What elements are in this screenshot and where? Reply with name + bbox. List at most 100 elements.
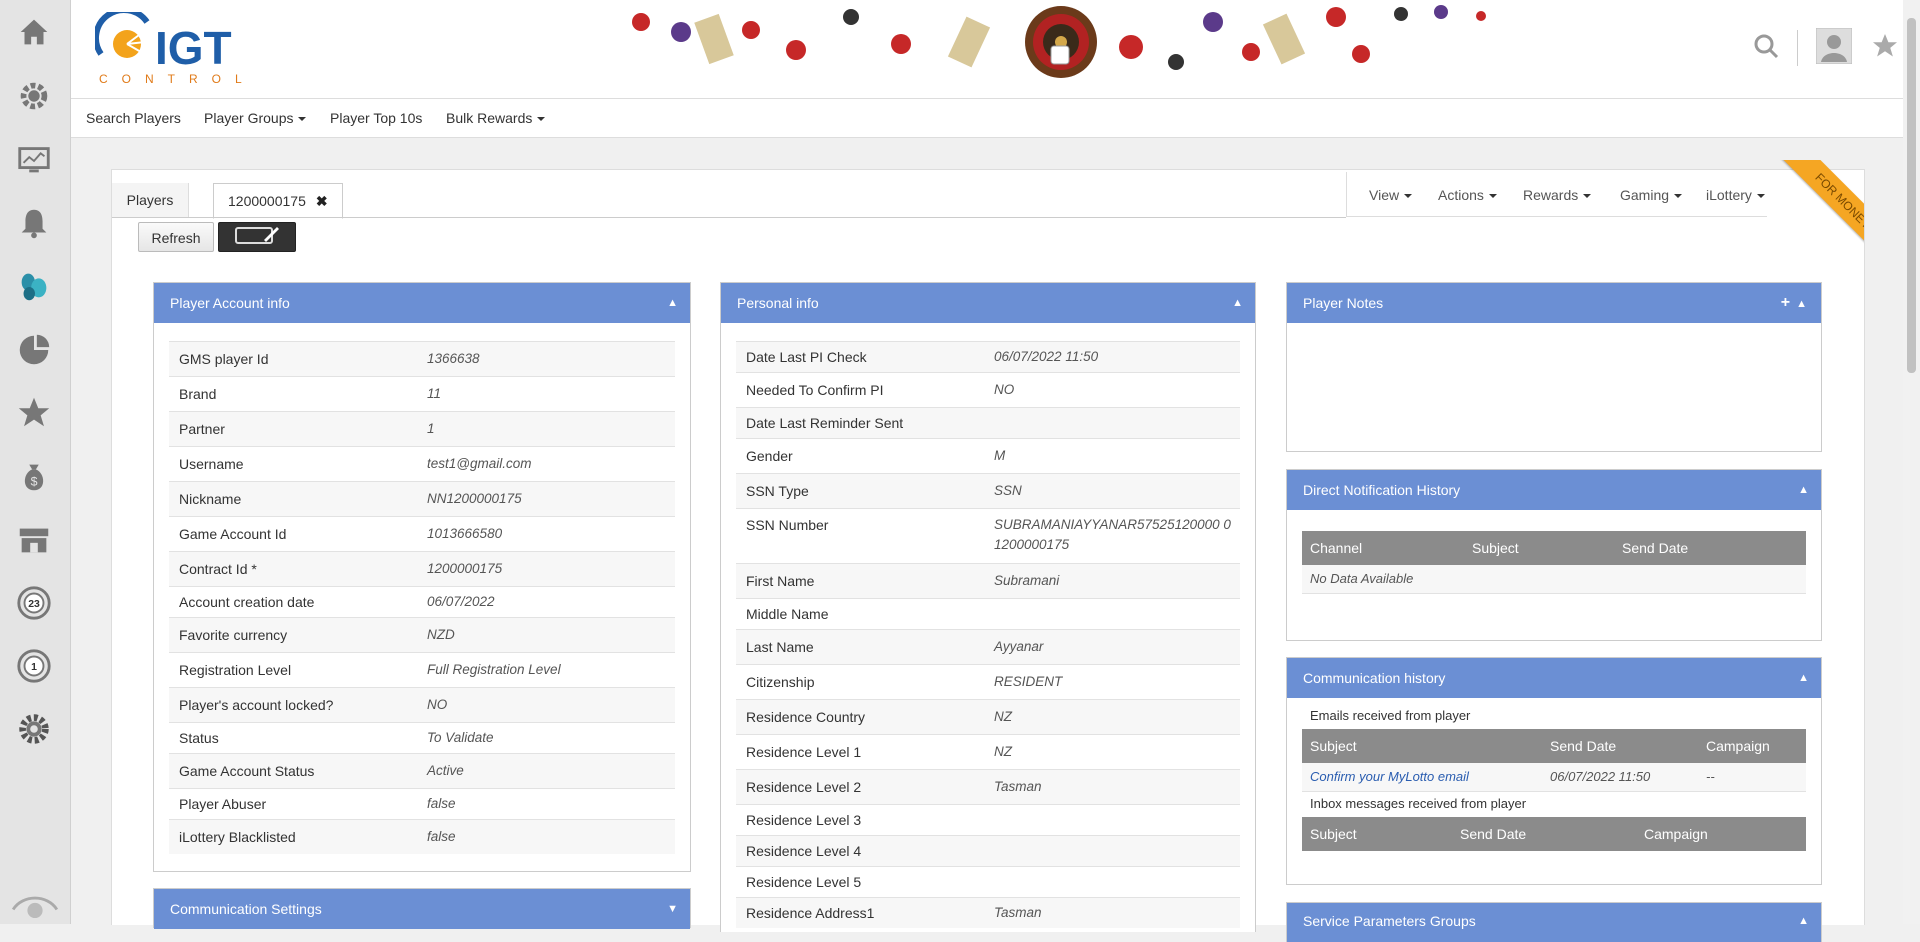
scrollbar-track[interactable] <box>1903 0 1920 924</box>
field-label: Gender <box>746 448 793 464</box>
star-icon[interactable] <box>14 393 54 433</box>
add-note-icon[interactable]: + <box>1781 294 1790 311</box>
field-value: NZ <box>994 709 1012 724</box>
field-label: Registration Level <box>179 662 292 678</box>
panel-header: Service Parameters Groups ▲ <box>1287 903 1821 942</box>
info-row: Player Abuser false <box>169 788 675 819</box>
field-value: 06/07/2022 11:50 <box>994 349 1099 364</box>
personal-info-panel: Personal info ▲ Date Last PI Check 06/07/2… <box>720 282 1256 932</box>
svg-text:1: 1 <box>31 662 37 673</box>
info-row: Citizenship RESIDENT <box>736 664 1240 699</box>
caret-down-icon <box>537 117 546 122</box>
table-header: Subject Send Date Campaign <box>1302 817 1806 851</box>
direct-notification-history-panel: Direct Notification History ▲ Channel Sub… <box>1286 469 1822 641</box>
communication-history-body: Emails received from player Subject Send… <box>1302 698 1806 851</box>
field-label: Middle Name <box>746 606 829 622</box>
menu-view[interactable]: View <box>1369 187 1413 203</box>
info-row: SSN Number SUBRAMANIAYYANAR57525120000 01… <box>736 508 1240 563</box>
igt-control-logo[interactable]: IGT CONTROL <box>92 6 257 86</box>
expand-icon[interactable]: ▼ <box>667 889 678 929</box>
field-value: Ayyanar <box>994 639 1044 654</box>
panel-header: Player Account info ▲ <box>154 283 690 323</box>
player-notes-panel: Player Notes + ▲ <box>1286 282 1822 452</box>
collapse-icon[interactable]: ▲ <box>1796 298 1807 310</box>
field-value: false <box>427 829 456 844</box>
emails-caption: Emails received from player <box>1310 708 1471 723</box>
column-header: Channel <box>1310 540 1363 556</box>
players-icon[interactable] <box>14 266 54 306</box>
field-label: Game Account Id <box>179 526 287 542</box>
close-tab-icon[interactable]: ✖ <box>316 193 328 209</box>
field-value: 1013666580 <box>427 526 503 541</box>
user-avatar-icon[interactable] <box>1815 27 1853 67</box>
refresh-button[interactable]: Refresh <box>138 222 214 252</box>
field-value: NZD <box>427 627 455 642</box>
collapse-icon[interactable]: ▲ <box>1798 470 1809 510</box>
field-label: First Name <box>746 573 815 589</box>
menu-gaming[interactable]: Gaming <box>1620 187 1683 203</box>
tab-players[interactable]: Players <box>112 183 189 218</box>
menu-player-groups[interactable]: Player Groups <box>204 110 307 126</box>
tab-player-label: 1200000175 <box>228 193 306 209</box>
field-value: 1 <box>427 421 435 436</box>
top-header: IGT CONTROL <box>71 0 1920 99</box>
svg-text:IGT: IGT <box>155 22 232 74</box>
panel-header: Communication history ▲ <box>1287 658 1821 698</box>
info-row: SSN Type SSN <box>736 473 1240 508</box>
column-header: Send Date <box>1550 738 1617 754</box>
collapse-icon[interactable]: ▲ <box>1798 903 1809 939</box>
field-label: Citizenship <box>746 674 815 690</box>
menu-bulk-rewards[interactable]: Bulk Rewards <box>446 110 546 126</box>
menu-rewards[interactable]: Rewards <box>1523 187 1592 203</box>
lottery-ball-23-icon[interactable]: 23 <box>14 583 54 623</box>
main-menu-bar: Search Players Player Groups Player Top … <box>71 99 1920 138</box>
player-detail-area: Players 1200000175 ✖ View Actions Rewards… <box>111 160 1865 942</box>
pie-chart-icon[interactable] <box>14 330 54 370</box>
home-icon[interactable] <box>14 12 54 52</box>
field-label: Residence Level 2 <box>746 779 862 795</box>
field-value: Active <box>427 763 464 778</box>
email-subject-link[interactable]: Confirm your MyLotto email <box>1302 763 1550 791</box>
store-icon[interactable] <box>14 520 54 560</box>
field-label: Date Last Reminder Sent <box>746 415 904 431</box>
settings-gear-icon[interactable] <box>14 76 54 116</box>
info-row: Game Account Status Active <box>169 753 675 788</box>
lottery-ball-1-icon[interactable]: 1 <box>14 646 54 686</box>
menu-search-players[interactable]: Search Players <box>86 110 181 126</box>
gear-cog-icon[interactable] <box>14 709 54 749</box>
field-label: Residence Level 1 <box>746 744 862 760</box>
column-header: Subject <box>1472 540 1519 556</box>
info-row: Residence Level 2 Tasman <box>736 769 1240 804</box>
bell-icon[interactable] <box>14 203 54 243</box>
field-value: SSN <box>994 483 1022 498</box>
favorites-star-icon[interactable] <box>1870 31 1900 64</box>
column-header: Campaign <box>1706 738 1770 754</box>
field-value: SUBRAMANIAYYANAR57525120000 01200000175 <box>994 517 1231 552</box>
info-row: Residence Level 4 <box>736 835 1240 866</box>
money-bag-icon[interactable]: $ <box>14 456 54 496</box>
eye-icon[interactable] <box>10 880 60 920</box>
field-value: 1366638 <box>427 351 480 366</box>
panel-header: Communication Settings ▼ <box>154 889 690 929</box>
for-money-ribbon: FOR MONEY <box>1764 160 1864 260</box>
menu-ilottery[interactable]: iLottery <box>1706 187 1765 203</box>
edit-button[interactable] <box>218 222 296 252</box>
menu-player-top10s[interactable]: Player Top 10s <box>330 110 422 126</box>
tab-player-detail[interactable]: 1200000175 ✖ <box>213 183 343 219</box>
empty-message: No Data Available <box>1310 571 1414 586</box>
collapse-icon[interactable]: ▲ <box>1798 658 1809 698</box>
info-row: Brand 11 <box>169 376 675 411</box>
panel-header: Player Notes + ▲ <box>1287 283 1821 323</box>
caret-down-icon <box>1583 194 1592 199</box>
collapse-icon[interactable]: ▲ <box>1232 283 1243 323</box>
field-value: NN1200000175 <box>427 491 522 506</box>
search-icon[interactable] <box>1753 33 1779 62</box>
collapse-icon[interactable]: ▲ <box>667 283 678 323</box>
field-value <box>994 599 1240 629</box>
field-value: 1200000175 <box>427 561 503 576</box>
monitor-chart-icon[interactable] <box>14 140 54 180</box>
menu-actions[interactable]: Actions <box>1438 187 1497 203</box>
caret-down-icon <box>1674 194 1683 199</box>
field-label: Favorite currency <box>179 627 288 643</box>
scrollbar-thumb[interactable] <box>1907 18 1916 373</box>
